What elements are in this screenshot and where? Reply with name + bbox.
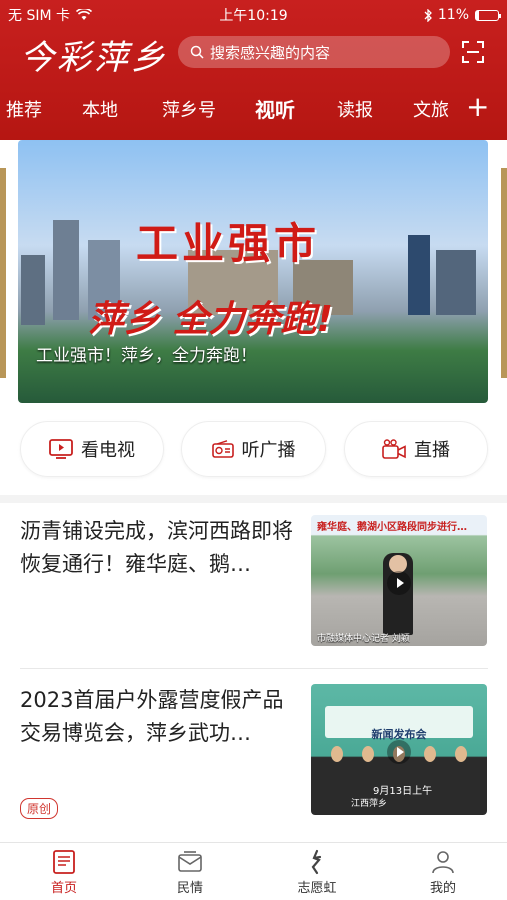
tab-recommend[interactable]: 推荐: [6, 96, 42, 122]
thumb-subcaption: 9月13日上午: [373, 786, 433, 797]
video-play-icon: [387, 571, 411, 595]
news-thumbnail: 新闻发布会 9月13日上午 江西萍乡: [311, 684, 487, 815]
news-separator: [20, 668, 488, 669]
tabbar-home[interactable]: 首页: [24, 849, 104, 896]
carousel-prev-peek: [0, 168, 6, 378]
app-header: 无 SIM 卡 上午10:19 11% 今彩萍乡 搜索感兴趣的内容 推荐 本地 …: [0, 0, 507, 140]
news-thumbnail: 雍华庭、鹅湖小区路段同步进行… 市融媒体中心记者 刘颖: [311, 515, 487, 646]
newspaper-icon: [53, 850, 75, 874]
search-icon: [190, 45, 204, 59]
add-channel-icon[interactable]: +: [466, 90, 489, 123]
news-title: 2023首届户外露营度假产品交易博览会，萍乡武功…: [20, 688, 284, 745]
news-item[interactable]: 沥青铺设完成，滨河西路即将恢复通行！雍华庭、鹅… 雍华庭、鹅湖小区路段同步进行……: [20, 515, 488, 650]
original-badge: 原创: [20, 798, 59, 819]
thumb-credit: 市融媒体中心记者 刘颖: [317, 634, 410, 644]
live-stream-label: 直播: [414, 440, 450, 461]
banner-caption: 工业强市！萍乡，全力奔跑！: [36, 346, 257, 366]
watch-tv-label: 看电视: [81, 440, 135, 461]
carousel-next-peek: [501, 168, 507, 378]
tabbar-public-opinion[interactable]: 民情: [150, 849, 230, 896]
volunteer-icon: [311, 849, 322, 875]
video-play-icon: [387, 740, 411, 764]
listen-radio-label: 听广播: [241, 440, 296, 461]
featured-banner[interactable]: 工业强市 萍乡 全力奔跑! 工业强市！萍乡，全力奔跑！: [18, 140, 488, 403]
battery-icon: [475, 9, 501, 21]
channel-tabs: 推荐 本地 萍乡号 视听 读报 文旅: [0, 92, 507, 132]
clock: 上午10:19: [219, 8, 288, 24]
tabbar-volunteer[interactable]: 志愿虹: [277, 849, 357, 896]
news-item[interactable]: 2023首届户外露营度假产品交易博览会，萍乡武功… 新闻发布会 9月13日上午 …: [20, 684, 488, 819]
tab-pingxiang-account[interactable]: 萍乡号: [162, 96, 216, 122]
status-bar: 无 SIM 卡 上午10:19 11%: [8, 4, 501, 26]
banner-headline: 工业强市: [136, 219, 321, 268]
tabbar-profile[interactable]: 我的: [403, 849, 483, 896]
search-placeholder: 搜索感兴趣的内容: [210, 43, 331, 62]
live-stream-button[interactable]: 直播: [344, 421, 488, 477]
thumb-caption: 雍华庭、鹅湖小区路段同步进行…: [317, 522, 467, 533]
scan-icon[interactable]: [461, 40, 485, 64]
tabbar-profile-label: 我的: [429, 881, 456, 896]
tab-audio-video[interactable]: 视听: [255, 94, 295, 123]
tab-newspaper[interactable]: 读报: [337, 96, 373, 122]
live-camera-icon: [382, 439, 406, 459]
tabbar-home-label: 首页: [50, 881, 77, 896]
thumb-place: 江西萍乡: [351, 799, 388, 809]
tabbar-public-opinion-label: 民情: [176, 881, 203, 896]
news-title: 沥青铺设完成，滨河西路即将恢复通行！雍华庭、鹅…: [20, 519, 293, 576]
tv-icon: [49, 439, 73, 459]
tabbar-volunteer-label: 志愿虹: [297, 881, 337, 896]
mail-icon: [178, 851, 202, 872]
watch-tv-button[interactable]: 看电视: [20, 421, 164, 477]
search-input[interactable]: 搜索感兴趣的内容: [178, 36, 450, 68]
user-icon: [432, 851, 454, 874]
banner-subheadline: 萍乡 全力奔跑!: [88, 299, 333, 340]
section-divider: [0, 495, 507, 503]
radio-icon: [211, 440, 234, 458]
bottom-tab-bar: 首页 民情 志愿虹 我的: [0, 842, 507, 900]
app-logo: 今彩萍乡: [20, 38, 168, 78]
listen-radio-button[interactable]: 听广播: [181, 421, 326, 477]
tab-local[interactable]: 本地: [82, 96, 118, 122]
tab-culture-travel[interactable]: 文旅: [413, 96, 449, 122]
